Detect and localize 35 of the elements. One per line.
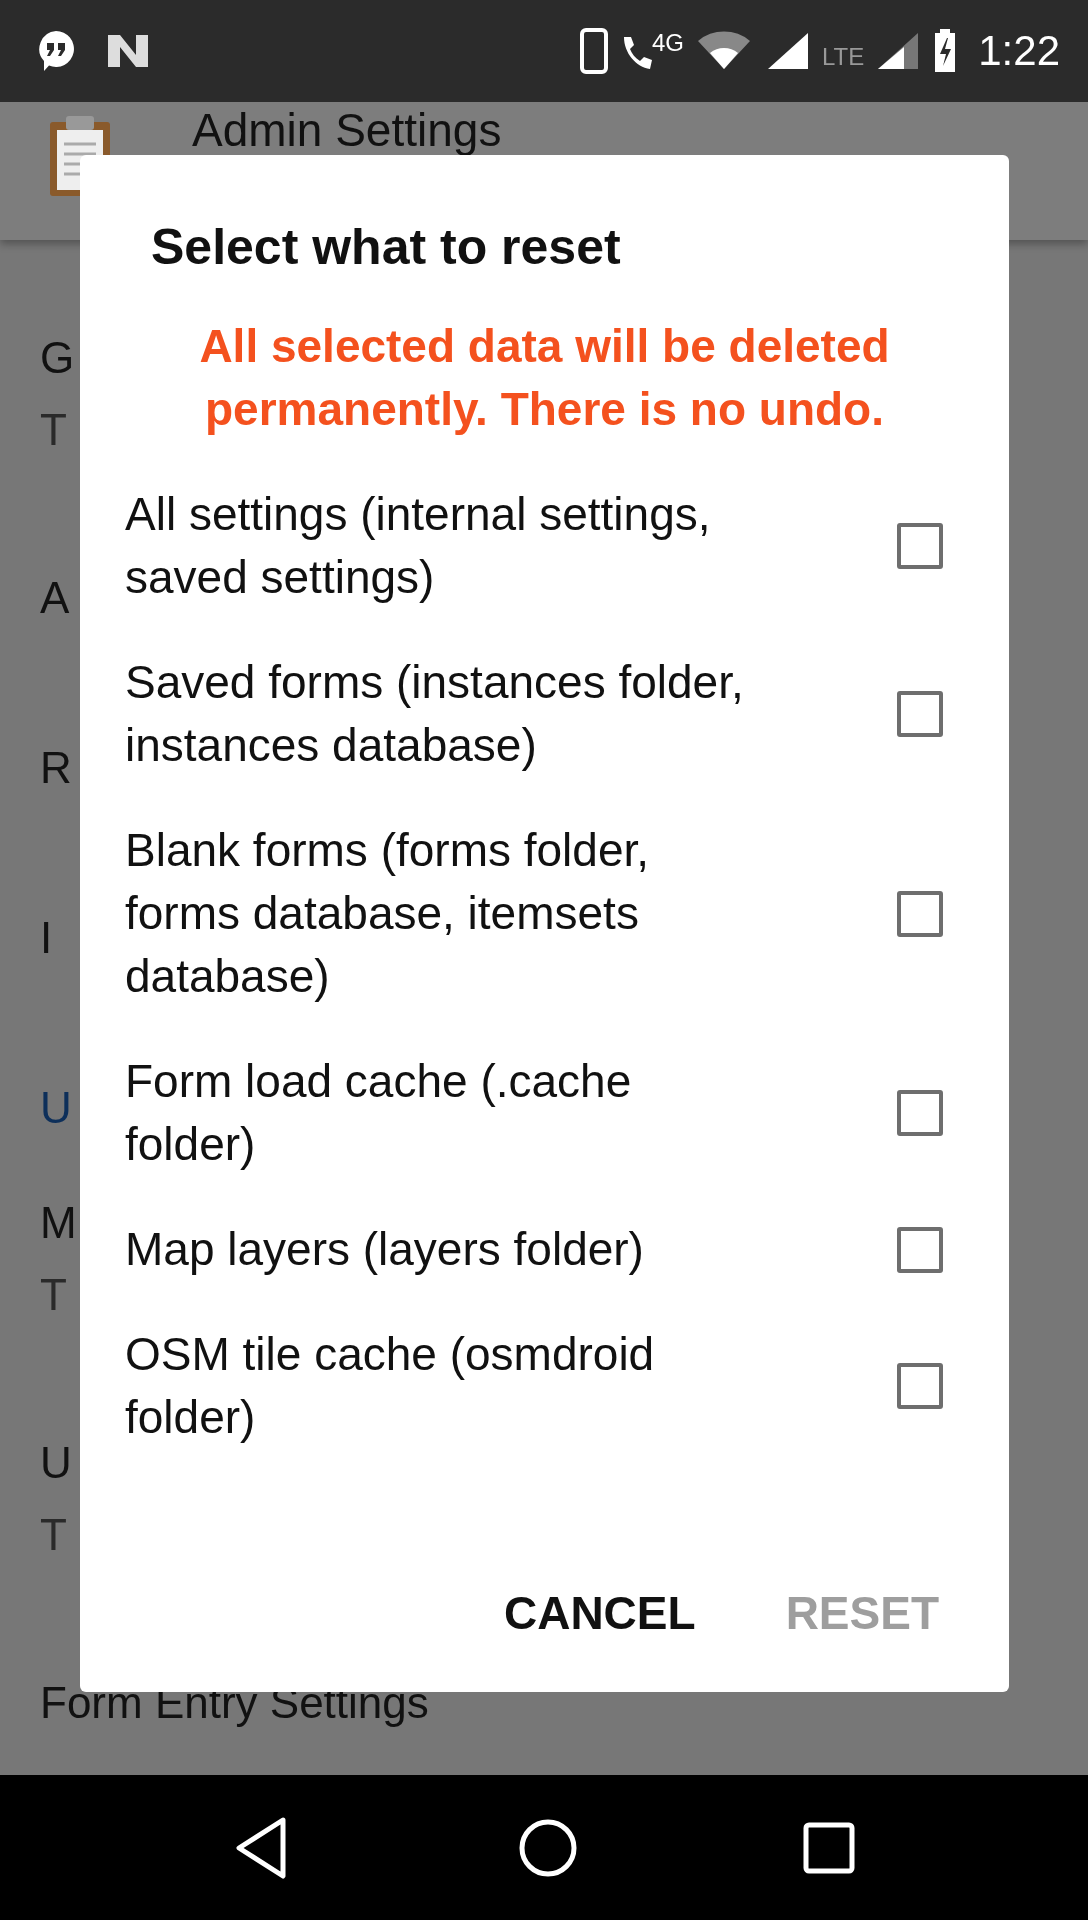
checkbox[interactable] xyxy=(897,523,943,569)
option-label: Map layers (layers folder) xyxy=(125,1222,645,1277)
lte-label: LTE xyxy=(822,45,865,69)
network-label: 4G xyxy=(652,31,684,55)
option-label: Blank forms (forms folder, forms database, itemsets database) xyxy=(125,823,651,1004)
checkbox[interactable] xyxy=(897,1090,943,1136)
app-title: Admin Settings xyxy=(192,106,502,154)
setting-title: M xyxy=(40,1197,77,1249)
wifi-icon xyxy=(696,31,752,71)
option-label: OSM tile cache (osmdroid folder) xyxy=(125,1327,656,1445)
recents-icon xyxy=(803,1821,856,1874)
home-icon xyxy=(518,1817,578,1878)
clock: 1:22 xyxy=(978,27,1060,75)
checkbox[interactable] xyxy=(897,691,943,737)
setting-title: A xyxy=(40,572,70,624)
setting-summary: T xyxy=(40,1269,67,1321)
option-label: All settings (internal settings, saved settings) xyxy=(125,487,712,605)
dialog-title: Select what to reset xyxy=(151,219,622,275)
setting-title: R xyxy=(40,742,72,794)
setting-title: U xyxy=(40,1437,72,1489)
setting-summary: T xyxy=(40,1509,67,1561)
option-label: Saved forms (instances folder, instances database) xyxy=(125,655,745,773)
setting-summary: T xyxy=(40,404,67,456)
checkbox[interactable] xyxy=(897,890,943,937)
chat-bubble-icon xyxy=(36,29,76,73)
phone-icon xyxy=(580,28,608,74)
checkbox[interactable] xyxy=(897,1226,943,1273)
dialog-button[interactable]: CANCEL xyxy=(483,1574,716,1652)
option-label: Form load cache (.cache folder) xyxy=(125,1054,633,1172)
category-header: U xyxy=(40,1082,72,1134)
checkbox[interactable] xyxy=(897,1363,943,1409)
setting-title: I xyxy=(40,912,53,964)
setting-title: G xyxy=(40,332,75,384)
signal-icon xyxy=(876,31,921,71)
warning-text: All selected data will be deleted permanently. There is no undo. xyxy=(198,319,891,437)
